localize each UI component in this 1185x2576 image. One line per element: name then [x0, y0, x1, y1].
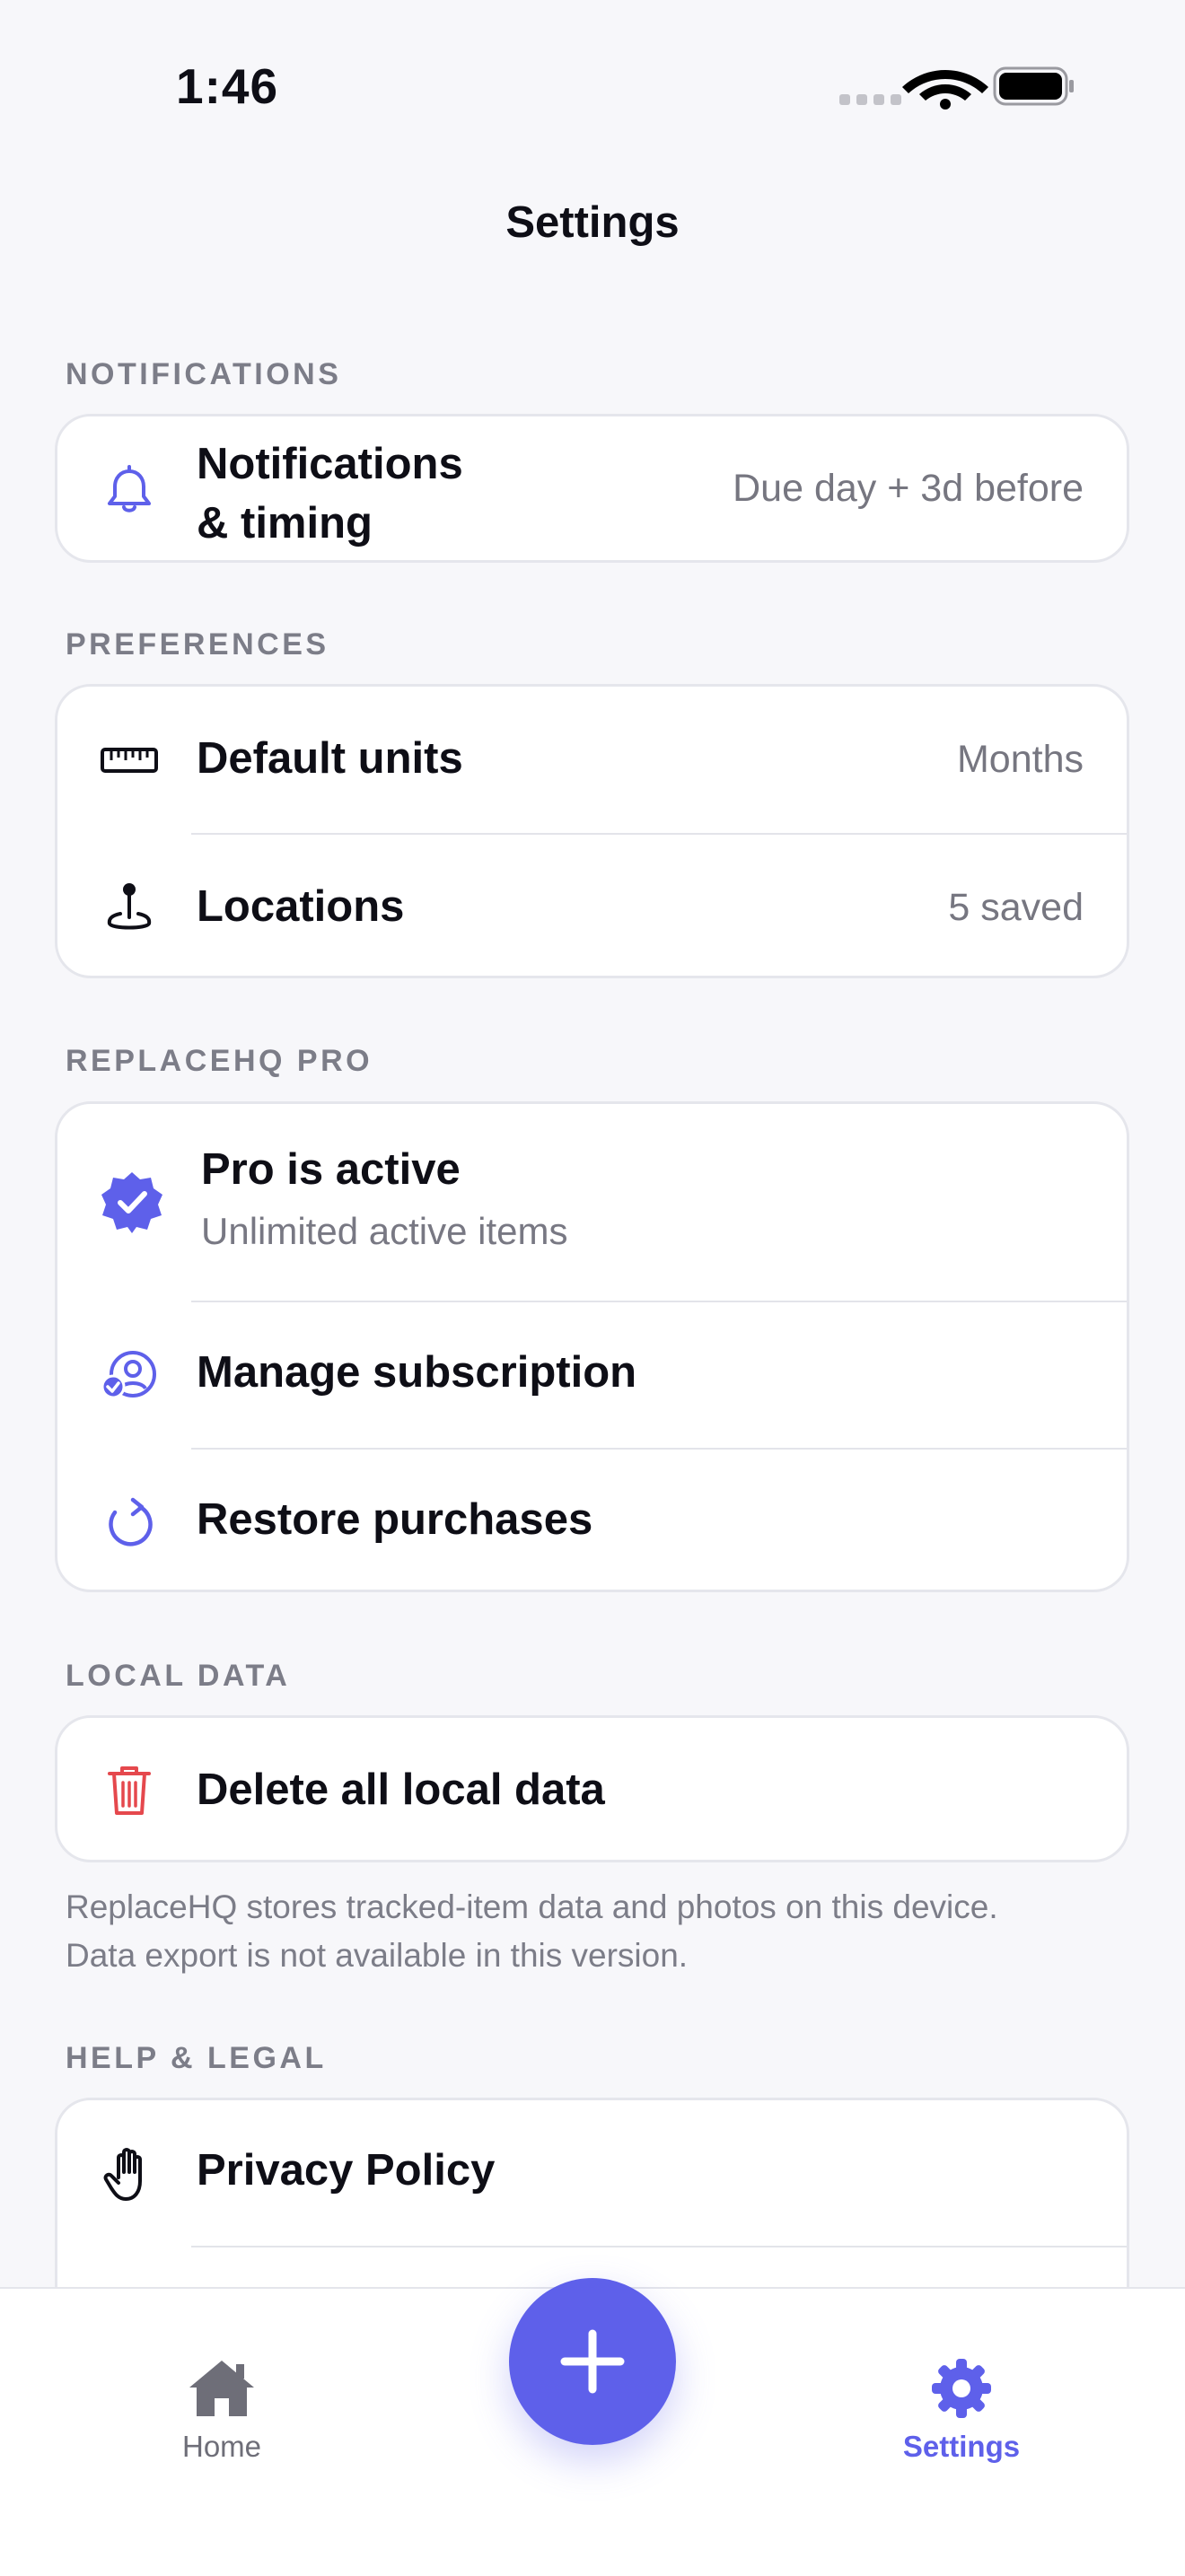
- house-icon: [189, 2361, 254, 2416]
- row-title: Delete all local data: [197, 1766, 605, 1814]
- wifi-icon: [902, 70, 988, 110]
- card-notifications: Notifications & timing Due day + 3d befo…: [55, 414, 1129, 563]
- person-checkmark-icon: [101, 1351, 156, 1399]
- row-delete-local-data[interactable]: Delete all local data: [57, 1718, 1127, 1860]
- trash-icon: [108, 1766, 151, 1815]
- row-title: Manage subscription: [197, 1348, 637, 1397]
- add-item-button[interactable]: [509, 2278, 676, 2445]
- location-pin-icon: [107, 883, 152, 930]
- local-data-footnote: ReplaceHQ stores tracked-item data and p…: [66, 1883, 1143, 1980]
- row-value: 5 saved: [948, 886, 1084, 929]
- tab-label: Home: [181, 2430, 262, 2463]
- row-title: Pro is active: [201, 1145, 461, 1194]
- row-manage-subscription[interactable]: Manage subscription: [57, 1302, 1127, 1448]
- verified-badge-icon: [101, 1172, 162, 1233]
- row-title: Locations: [197, 882, 405, 931]
- row-default-units[interactable]: Default units Months: [57, 687, 1127, 833]
- tab-home[interactable]: Home: [132, 2357, 312, 2464]
- restore-arrow-icon: [109, 1497, 153, 1546]
- row-locations[interactable]: Locations 5 saved: [57, 835, 1127, 976]
- row-pro-status: Pro is active Unlimited active items: [57, 1104, 1127, 1301]
- row-title-line2: & timing: [197, 499, 373, 548]
- row-restore-purchases[interactable]: Restore purchases: [57, 1450, 1127, 1590]
- section-header-preferences: PREFERENCES: [66, 627, 329, 662]
- row-title: Privacy Policy: [197, 2146, 496, 2195]
- footnote-line1: ReplaceHQ stores tracked-item data and p…: [66, 1888, 998, 1925]
- gear-icon: [932, 2359, 991, 2418]
- section-header-notifications: NOTIFICATIONS: [66, 357, 342, 391]
- row-subtitle: Unlimited active items: [201, 1210, 568, 1252]
- tab-settings[interactable]: Settings: [872, 2357, 1051, 2464]
- section-header-help-legal: HELP & LEGAL: [66, 2041, 327, 2075]
- card-local-data: Delete all local data: [55, 1715, 1129, 1862]
- row-title: Default units: [197, 734, 463, 783]
- section-header-local-data: LOCAL DATA: [66, 1659, 291, 1693]
- hand-raised-icon: [103, 2148, 142, 2201]
- row-value: Months: [956, 738, 1084, 781]
- card-preferences: Default units Months Locations 5 saved: [55, 684, 1129, 978]
- divider: [191, 2246, 1127, 2247]
- footnote-line2: Data export is not available in this ver…: [66, 1937, 689, 1974]
- bell-icon: [108, 465, 151, 513]
- cellular-signal-icon: [839, 94, 901, 105]
- row-privacy-policy[interactable]: Privacy Policy: [57, 2100, 1127, 2246]
- tab-label: Settings: [902, 2430, 1021, 2463]
- ruler-icon: [101, 748, 158, 773]
- card-pro: Pro is active Unlimited active items Man…: [55, 1101, 1129, 1592]
- status-icons: [839, 66, 1074, 110]
- status-time: 1:46: [176, 58, 279, 114]
- battery-icon: [993, 66, 1074, 106]
- row-value: Due day + 3d before: [733, 467, 1084, 510]
- row-title: Notifications & timing: [197, 434, 463, 553]
- section-header-pro: REPLACEHQ PRO: [66, 1044, 373, 1078]
- row-title: Restore purchases: [197, 1495, 593, 1544]
- row-title-line1: Notifications: [197, 440, 463, 488]
- plus-icon: [560, 2329, 625, 2394]
- row-notifications-timing[interactable]: Notifications & timing Due day + 3d befo…: [57, 416, 1127, 560]
- page-title: Settings: [505, 198, 680, 247]
